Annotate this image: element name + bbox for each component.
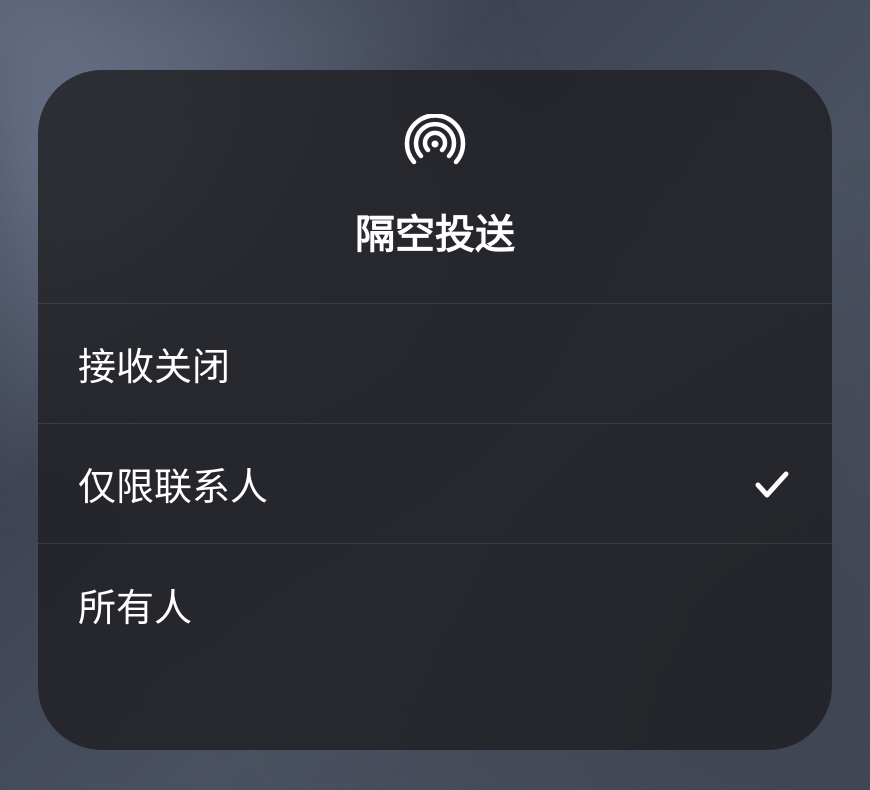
- option-label: 仅限联系人: [78, 456, 268, 511]
- checkmark-icon: [752, 464, 792, 504]
- option-receiving-off[interactable]: 接收关闭: [38, 304, 832, 424]
- airdrop-panel: 隔空投送 接收关闭 仅限联系人 所有人: [38, 70, 832, 750]
- option-contacts-only[interactable]: 仅限联系人: [38, 424, 832, 544]
- option-label: 所有人: [78, 577, 192, 632]
- panel-header: 隔空投送: [38, 70, 832, 304]
- panel-title: 隔空投送: [355, 202, 515, 260]
- option-label: 接收关闭: [78, 336, 230, 391]
- options-list: 接收关闭 仅限联系人 所有人: [38, 304, 832, 750]
- airdrop-icon: [403, 114, 467, 178]
- option-everyone[interactable]: 所有人: [38, 544, 832, 664]
